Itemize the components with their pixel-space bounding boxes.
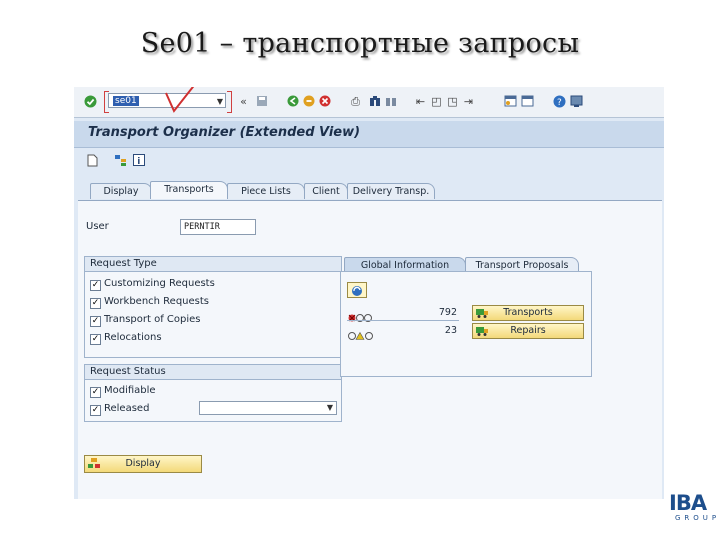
standard-toolbar: se01 ▼ « ⎙ ⇤ ◰ ◳ ⇥ ? [74, 87, 664, 118]
page-title: Transport Organizer (Extended View) [88, 125, 361, 140]
command-field-value: se01 [113, 96, 139, 106]
modifiable-label: Modifiable [104, 385, 156, 396]
svg-text:i: i [137, 157, 140, 166]
find-icon[interactable] [368, 95, 381, 108]
tab-piece-lists[interactable]: Piece Lists [227, 183, 305, 199]
display-button-label: Display [125, 458, 161, 469]
request-type-group: Request Type ✓ Customizing Requests ✓ Work… [84, 256, 342, 358]
workbench-requests-label: Workbench Requests [104, 296, 210, 307]
workbench-requests-checkbox[interactable]: ✓ [90, 298, 101, 309]
status-lights-yellow-icon [347, 326, 375, 340]
transport-of-copies-label: Transport of Copies [104, 314, 201, 325]
status-lights-red-icon [347, 308, 375, 322]
last-page-icon[interactable]: ⇥ [462, 95, 475, 108]
back-icon[interactable] [286, 95, 299, 108]
user-label: User [86, 221, 109, 232]
released-date-select[interactable]: ▼ [199, 401, 337, 415]
tab-transports[interactable]: Transports [150, 181, 228, 199]
truck-icon [476, 309, 488, 318]
tab-global-information[interactable]: Global Information [344, 257, 466, 272]
title-bar: Transport Organizer (Extended View) [74, 121, 664, 148]
cancel-icon[interactable] [318, 95, 331, 108]
tab-panel-transports: User PERNTIR Request Type ✓ Customizing R… [78, 200, 662, 499]
repairs-button-label: Repairs [510, 325, 546, 336]
request-status-title: Request Status [85, 365, 341, 380]
svg-text:?: ? [557, 98, 562, 108]
display-button[interactable]: Display [84, 455, 202, 473]
tab-display[interactable]: Display [90, 183, 152, 199]
application-toolbar: i [74, 148, 664, 172]
request-type-title: Request Type [85, 257, 341, 272]
help-icon[interactable]: ? [553, 95, 566, 108]
hierarchy-icon [88, 458, 100, 468]
relocations-checkbox[interactable]: ✓ [90, 334, 101, 345]
enter-icon[interactable] [84, 95, 97, 108]
print-icon[interactable]: ⎙ [349, 95, 362, 108]
checkmark-annotation-icon [165, 87, 195, 113]
back-double-icon[interactable]: « [237, 95, 250, 108]
transports-count: 792 [438, 307, 457, 318]
highlight-bracket-right [227, 91, 232, 113]
sap-window: se01 ▼ « ⎙ ⇤ ◰ ◳ ⇥ ? Transport Organizer… [74, 87, 664, 499]
find-next-icon[interactable] [384, 95, 397, 108]
chevron-down-icon[interactable]: ▼ [217, 94, 223, 109]
global-information-panel: 792 Transports 23 Repairs [340, 271, 592, 377]
workbench-requests-row[interactable]: ✓ Workbench Requests [90, 295, 209, 309]
slide-title: Se01 – транспортные запросы [140, 28, 580, 59]
chevron-down-icon[interactable]: ▼ [327, 403, 333, 412]
transports-button-label: Transports [503, 307, 553, 318]
modifiable-checkbox[interactable]: ✓ [90, 387, 101, 398]
exit-icon[interactable] [302, 95, 315, 108]
request-status-group: Request Status ✓ Modifiable ✓ Released ▼ [84, 364, 342, 422]
relocations-label: Relocations [104, 332, 162, 343]
repair-icon [476, 327, 488, 336]
modifiable-row[interactable]: ✓ Modifiable [90, 384, 156, 398]
customizing-requests-checkbox[interactable]: ✓ [90, 280, 101, 291]
next-page-icon[interactable]: ◳ [446, 95, 459, 108]
user-input[interactable]: PERNTIR [180, 219, 256, 235]
refresh-icon[interactable] [347, 282, 367, 298]
customizing-requests-row[interactable]: ✓ Customizing Requests [90, 277, 215, 291]
shortcut-icon[interactable] [521, 95, 534, 108]
create-session-icon[interactable] [504, 95, 517, 108]
previous-page-icon[interactable]: ◰ [430, 95, 443, 108]
tab-client[interactable]: Client [304, 183, 348, 199]
stats-divider [347, 320, 459, 321]
info-icon[interactable]: i [132, 154, 145, 167]
logo-sub-text: GROUP [675, 514, 720, 522]
released-label: Released [104, 403, 150, 414]
transport-of-copies-checkbox[interactable]: ✓ [90, 316, 101, 327]
repairs-count: 23 [444, 325, 457, 336]
released-checkbox[interactable]: ✓ [90, 405, 101, 416]
customizing-requests-label: Customizing Requests [104, 278, 215, 289]
tree-structure-icon[interactable] [114, 154, 127, 167]
tab-transport-proposals[interactable]: Transport Proposals [465, 257, 579, 272]
tab-delivery-transp[interactable]: Delivery Transp. [347, 183, 435, 199]
released-row[interactable]: ✓ Released [90, 402, 149, 416]
save-icon[interactable] [255, 95, 268, 108]
iba-group-logo: IBA GROUP [669, 492, 719, 528]
transport-of-copies-row[interactable]: ✓ Transport of Copies [90, 313, 201, 327]
logo-main-text: IBA [669, 491, 707, 515]
repairs-button[interactable]: Repairs [472, 323, 584, 339]
first-page-icon[interactable]: ⇤ [414, 95, 427, 108]
customize-layout-icon[interactable] [570, 95, 583, 108]
relocations-row[interactable]: ✓ Relocations [90, 331, 162, 345]
transports-button[interactable]: Transports [472, 305, 584, 321]
new-document-icon[interactable] [86, 154, 99, 167]
